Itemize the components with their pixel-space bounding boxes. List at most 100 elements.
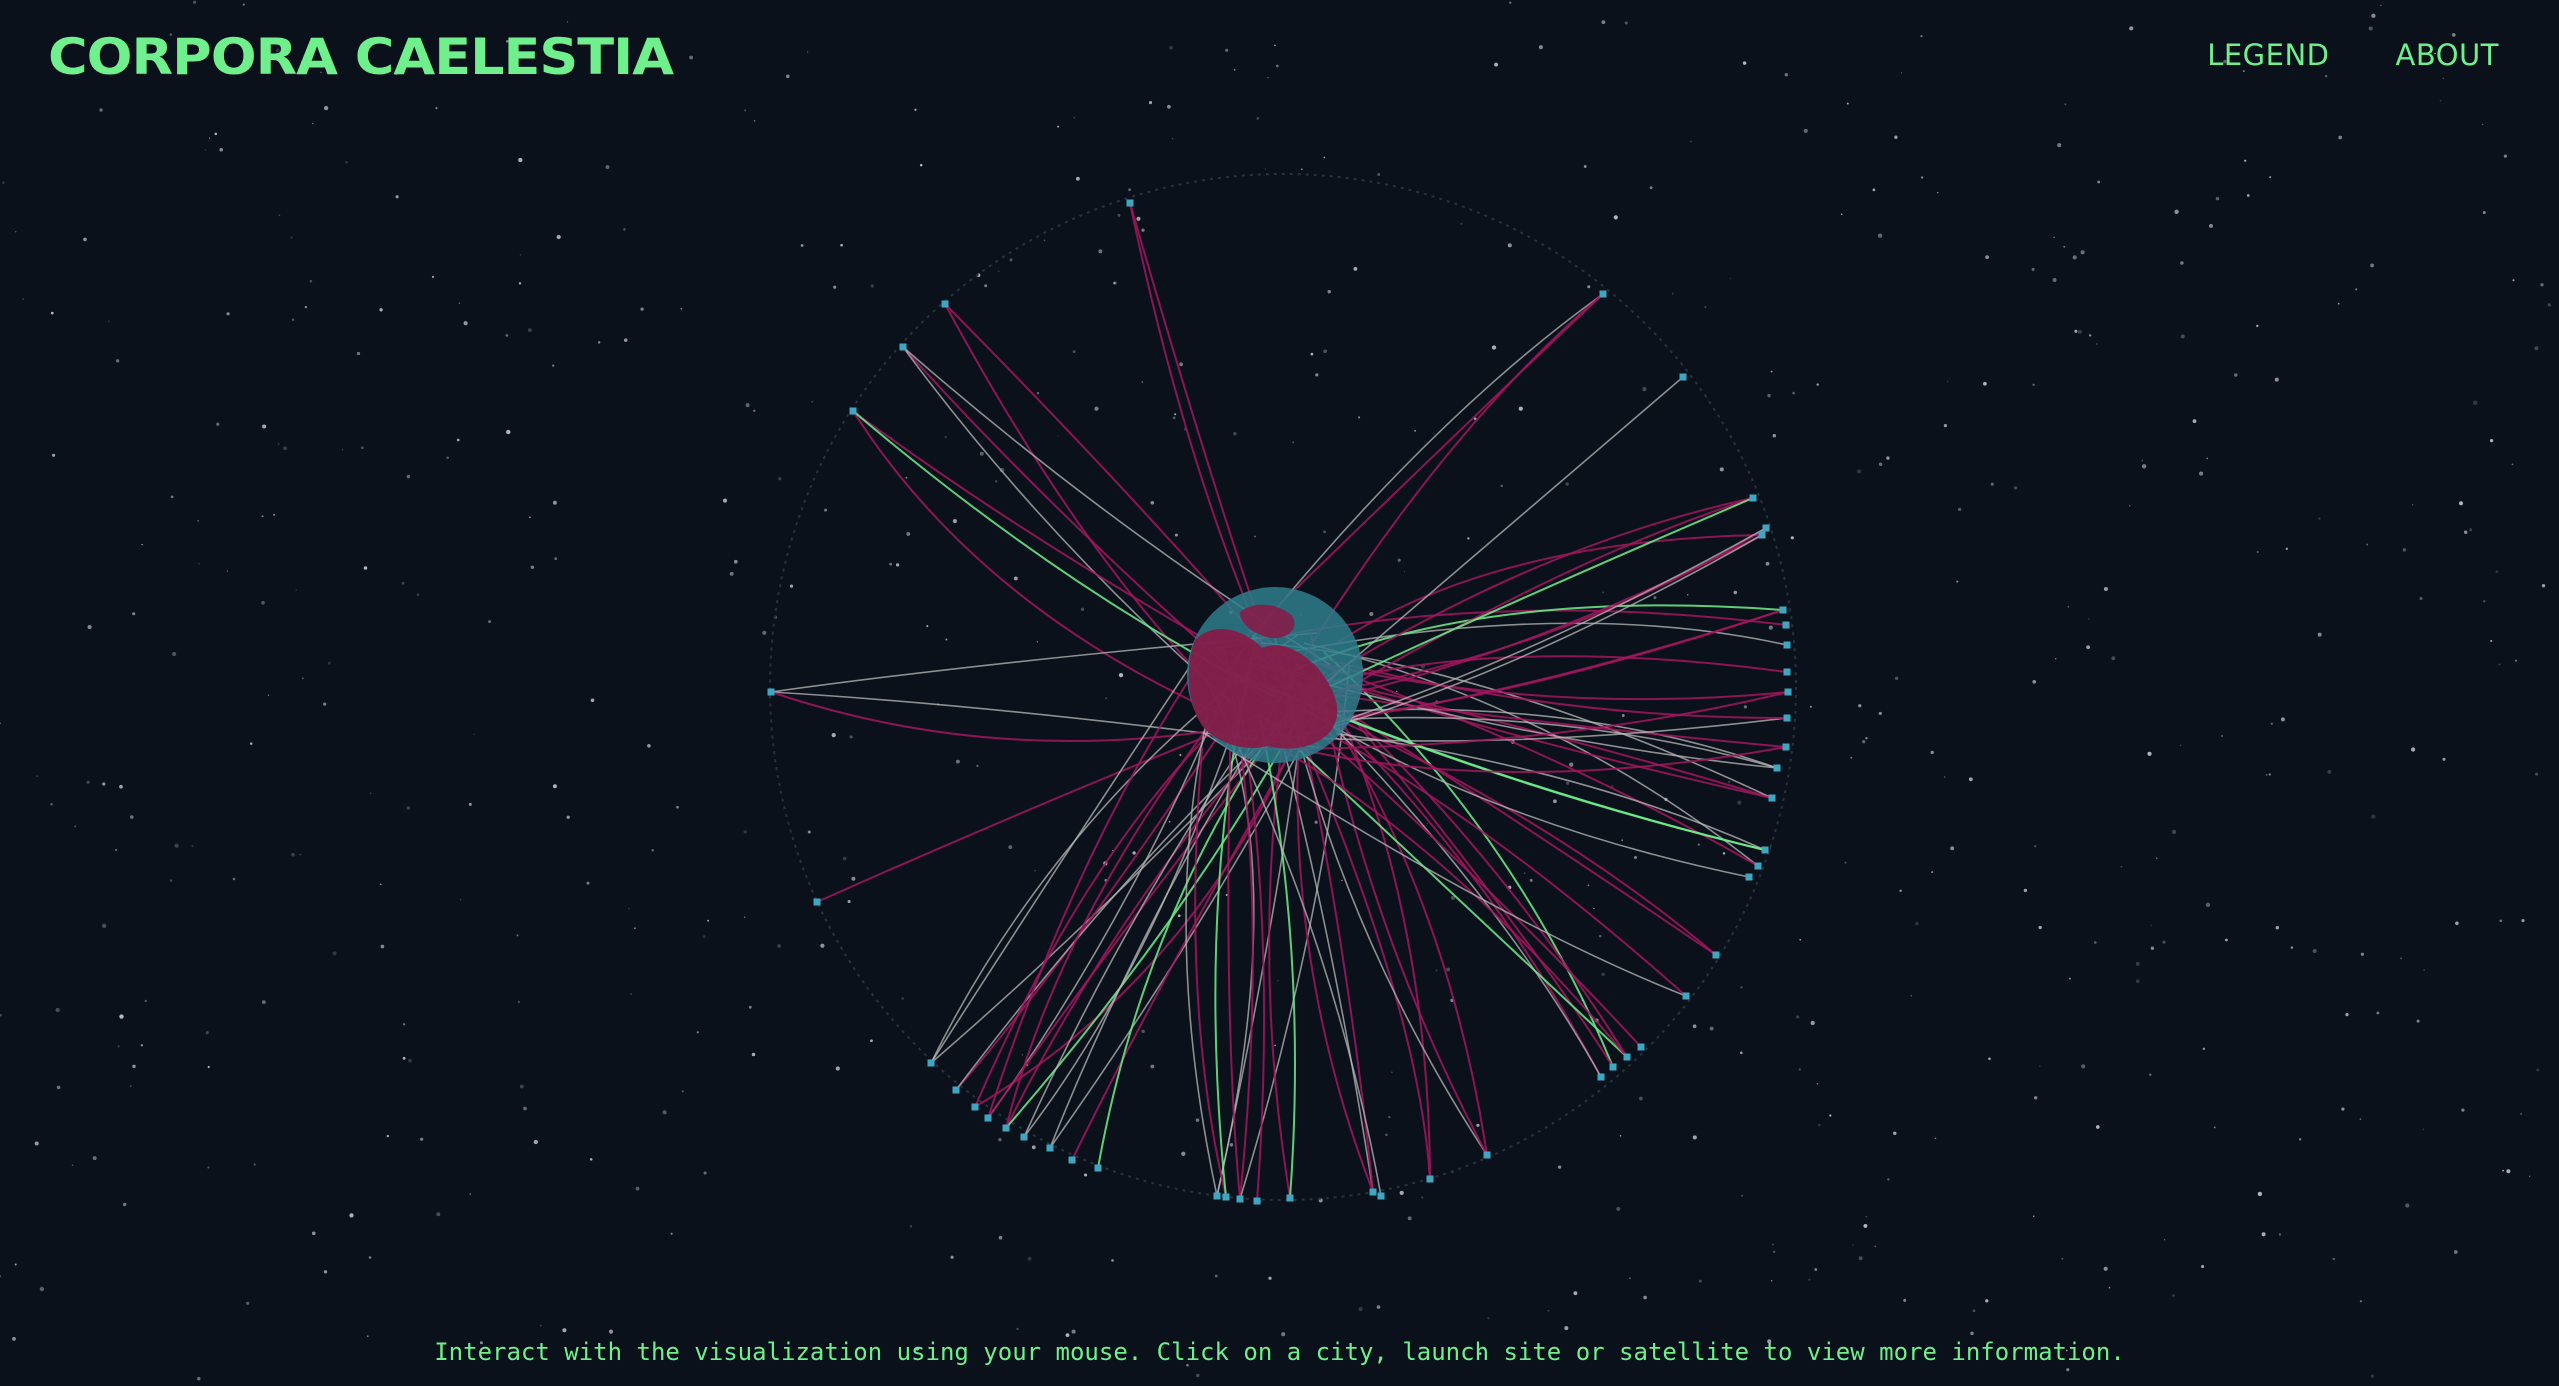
star bbox=[562, 1328, 567, 1333]
star bbox=[833, 285, 837, 289]
satellite-marker[interactable] bbox=[1784, 688, 1792, 696]
star bbox=[1972, 1309, 1976, 1313]
satellite-marker[interactable] bbox=[1782, 743, 1790, 751]
satellite-marker[interactable] bbox=[1483, 1151, 1491, 1159]
satellite-marker[interactable] bbox=[849, 407, 857, 415]
star bbox=[640, 307, 644, 311]
satellite-marker[interactable] bbox=[1754, 862, 1762, 870]
star bbox=[2419, 596, 2423, 601]
star bbox=[2081, 1064, 2086, 1069]
satellite-marker[interactable] bbox=[1213, 1192, 1221, 1200]
star bbox=[2215, 196, 2220, 201]
star bbox=[1388, 1115, 1391, 1119]
star bbox=[1722, 852, 1726, 855]
satellite-marker[interactable] bbox=[1094, 1164, 1102, 1172]
star bbox=[386, 1134, 390, 1138]
satellite-marker[interactable] bbox=[813, 898, 821, 906]
star bbox=[998, 1235, 1003, 1240]
star bbox=[516, 934, 519, 937]
nav-legend-link[interactable]: LEGEND bbox=[2207, 38, 2329, 72]
star bbox=[2205, 902, 2211, 907]
star bbox=[2213, 1126, 2216, 1129]
star bbox=[820, 943, 825, 948]
star bbox=[431, 275, 434, 278]
star bbox=[1377, 172, 1381, 177]
star bbox=[840, 243, 843, 247]
star bbox=[1769, 847, 1772, 849]
star bbox=[2360, 952, 2365, 956]
satellite-marker[interactable] bbox=[1426, 1175, 1434, 1183]
satellite-marker[interactable] bbox=[1068, 1156, 1076, 1164]
satellite-marker[interactable] bbox=[1020, 1133, 1028, 1141]
satellite-marker[interactable] bbox=[1768, 794, 1776, 802]
star bbox=[208, 137, 211, 139]
satellite-marker[interactable] bbox=[984, 1114, 992, 1122]
satellite-marker[interactable] bbox=[1286, 1194, 1294, 1202]
satellite-marker[interactable] bbox=[1712, 951, 1720, 959]
satellite-marker[interactable] bbox=[971, 1103, 979, 1111]
satellite-marker[interactable] bbox=[1749, 494, 1757, 502]
satellite-marker[interactable] bbox=[1046, 1144, 1054, 1152]
star bbox=[169, 879, 173, 882]
star bbox=[2032, 1215, 2035, 1218]
earth-globe[interactable] bbox=[1187, 587, 1363, 763]
satellite-marker[interactable] bbox=[1369, 1188, 1377, 1196]
star bbox=[1639, 1096, 1643, 1101]
star bbox=[2298, 1138, 2302, 1141]
satellite-marker[interactable] bbox=[1783, 641, 1791, 649]
satellite-marker[interactable] bbox=[767, 688, 775, 696]
star bbox=[261, 1000, 266, 1005]
star bbox=[1857, 469, 1862, 474]
satellite-marker[interactable] bbox=[1682, 992, 1690, 1000]
satellite-marker[interactable] bbox=[1002, 1124, 1010, 1132]
star bbox=[1704, 305, 1707, 309]
satellite-marker[interactable] bbox=[1609, 1063, 1617, 1071]
satellite-marker[interactable] bbox=[952, 1086, 960, 1094]
star bbox=[56, 1085, 61, 1090]
star bbox=[753, 120, 756, 122]
star bbox=[1292, 441, 1294, 444]
star bbox=[519, 254, 522, 256]
star bbox=[204, 149, 207, 151]
satellite-marker[interactable] bbox=[1762, 524, 1770, 532]
satellite-marker[interactable] bbox=[1222, 1193, 1230, 1201]
satellite-marker[interactable] bbox=[1773, 764, 1781, 772]
satellite-marker[interactable] bbox=[927, 1059, 935, 1067]
satellite-marker[interactable] bbox=[1377, 1192, 1385, 1200]
satellite-marker[interactable] bbox=[1783, 668, 1791, 676]
star bbox=[395, 195, 399, 199]
satellite-marker[interactable] bbox=[1637, 1043, 1645, 1051]
satellite-marker[interactable] bbox=[1745, 873, 1753, 881]
satellite-marker[interactable] bbox=[1253, 1197, 1261, 1205]
satellite-marker[interactable] bbox=[1758, 531, 1766, 539]
satellite-marker[interactable] bbox=[1236, 1195, 1244, 1203]
star bbox=[1487, 1317, 1490, 1320]
star bbox=[1524, 872, 1526, 874]
star bbox=[2332, 1257, 2335, 1261]
orbit-visualization[interactable] bbox=[0, 0, 2559, 1386]
star bbox=[2503, 154, 2507, 158]
satellite-marker[interactable] bbox=[899, 343, 907, 351]
satellite-marker[interactable] bbox=[1761, 846, 1769, 854]
star bbox=[1709, 1026, 1714, 1031]
satellite-marker[interactable] bbox=[1623, 1053, 1631, 1061]
star bbox=[608, 1329, 614, 1334]
satellite-marker[interactable] bbox=[1597, 1073, 1605, 1081]
satellite-marker[interactable] bbox=[1599, 290, 1607, 298]
star bbox=[349, 1213, 354, 1218]
satellite-marker[interactable] bbox=[941, 300, 949, 308]
satellite-marker[interactable] bbox=[1779, 606, 1787, 614]
star bbox=[1740, 1051, 1743, 1055]
satellite-marker[interactable] bbox=[1783, 714, 1791, 722]
star bbox=[2416, 1019, 2420, 1023]
star bbox=[140, 1044, 144, 1047]
nav-about-link[interactable]: ABOUT bbox=[2396, 38, 2500, 72]
satellite-marker[interactable] bbox=[1126, 199, 1134, 207]
satellite-marker[interactable] bbox=[1679, 373, 1687, 381]
star bbox=[1934, 1137, 1937, 1140]
star bbox=[2469, 528, 2473, 532]
star bbox=[460, 899, 462, 901]
satellite-marker[interactable] bbox=[1782, 621, 1790, 629]
trajectory-line bbox=[987, 652, 1208, 1119]
star bbox=[1547, 1309, 1550, 1312]
